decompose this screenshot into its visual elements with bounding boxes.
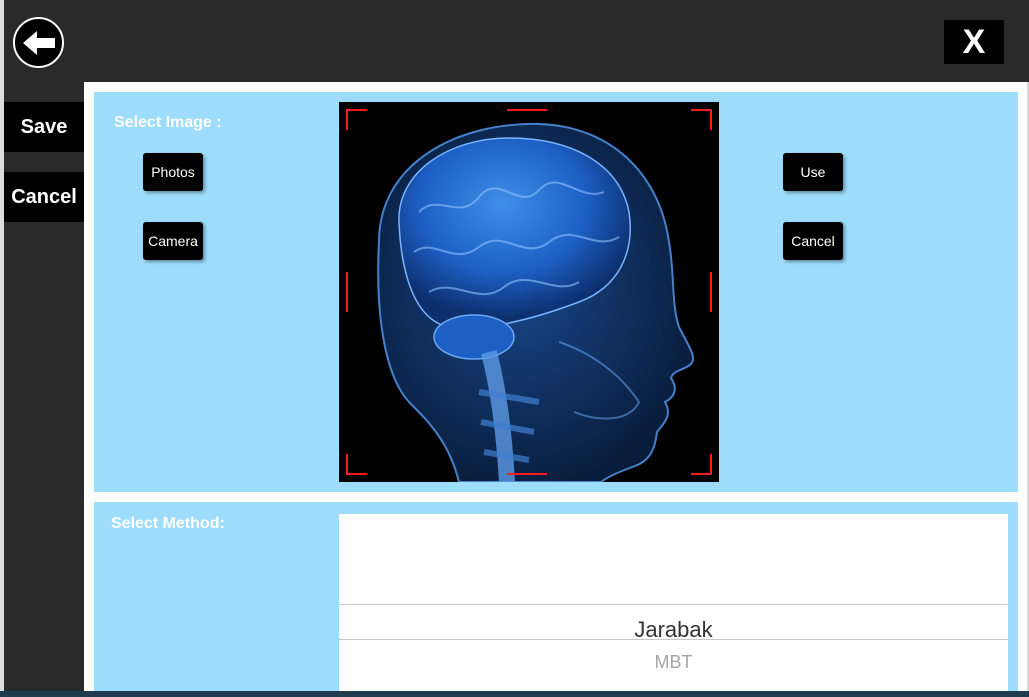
image-crop-area[interactable] (339, 102, 719, 482)
picker-divider-top (339, 604, 1008, 605)
save-button[interactable]: Save (4, 102, 84, 152)
arrow-left-icon (22, 30, 55, 55)
picker-option[interactable]: MBT (339, 652, 1008, 673)
select-image-panel: Select Image : Photos Camera Use Cancel (94, 92, 1018, 492)
back-button[interactable] (13, 17, 64, 68)
select-method-label: Select Method: (111, 515, 225, 532)
camera-button[interactable]: Camera (143, 222, 203, 260)
app-window: X Save Cancel Select Image : Photos Came… (0, 0, 1029, 697)
select-method-panel: Select Method: Jarabak MBT (94, 502, 1018, 692)
select-image-label: Select Image : (114, 114, 222, 131)
close-button[interactable]: X (944, 20, 1004, 64)
cancel-button[interactable]: Cancel (4, 172, 84, 222)
xray-head-image (339, 102, 719, 482)
picker-divider-bottom (339, 639, 1008, 640)
cancel-image-button[interactable]: Cancel (783, 222, 843, 260)
use-button[interactable]: Use (783, 153, 843, 191)
content-area: Select Image : Photos Camera Use Cancel (84, 82, 1029, 692)
bottom-strip (0, 691, 1029, 697)
photos-button[interactable]: Photos (143, 153, 203, 191)
method-picker[interactable]: Jarabak MBT (339, 514, 1008, 692)
